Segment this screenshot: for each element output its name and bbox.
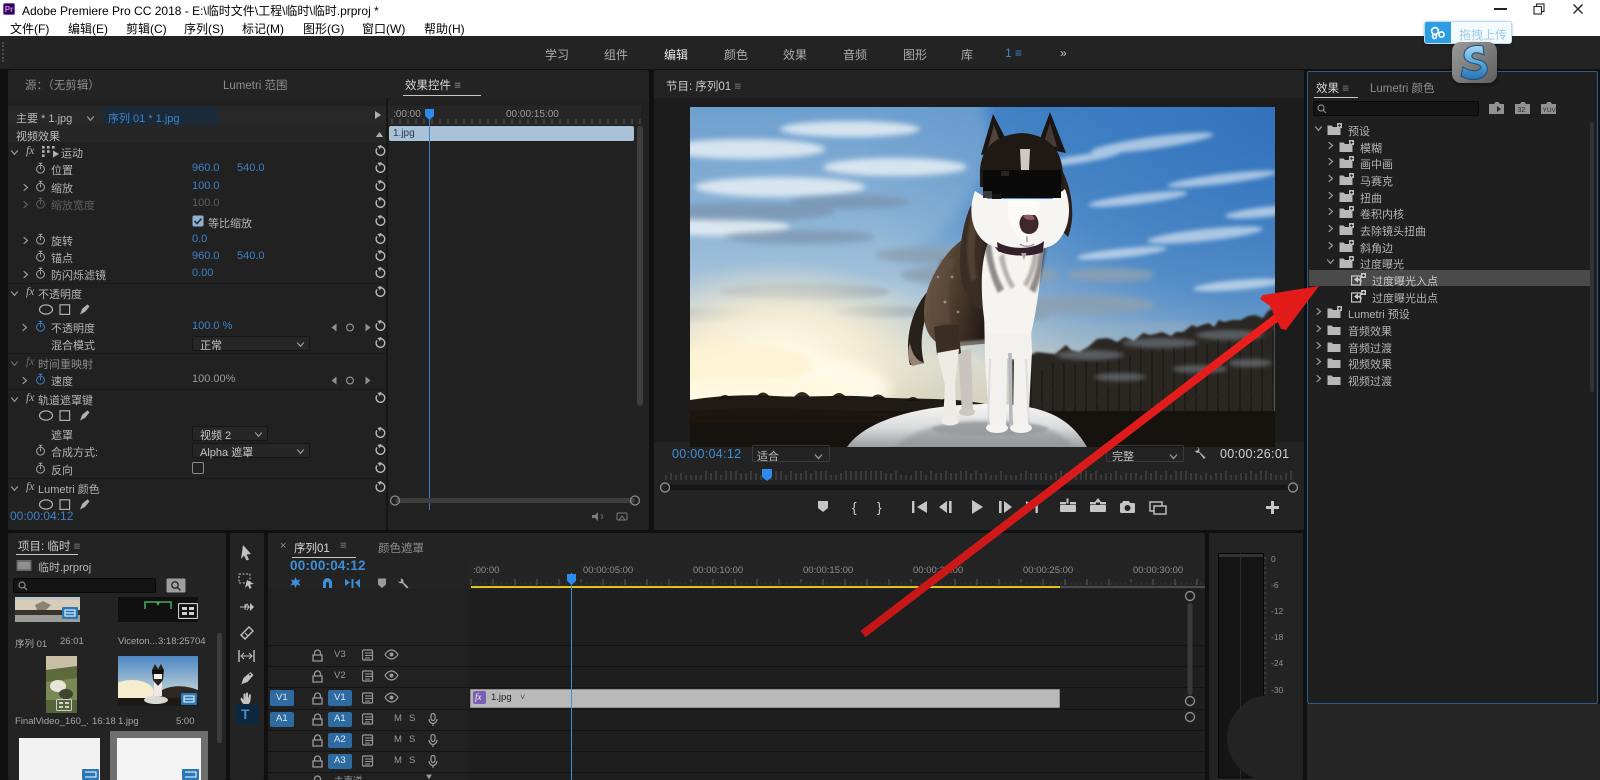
svg-text:YUV: YUV [1543,107,1557,114]
svg-text:{: { [852,499,857,515]
svg-text:32: 32 [1518,107,1526,114]
svg-text:}: } [877,499,882,515]
